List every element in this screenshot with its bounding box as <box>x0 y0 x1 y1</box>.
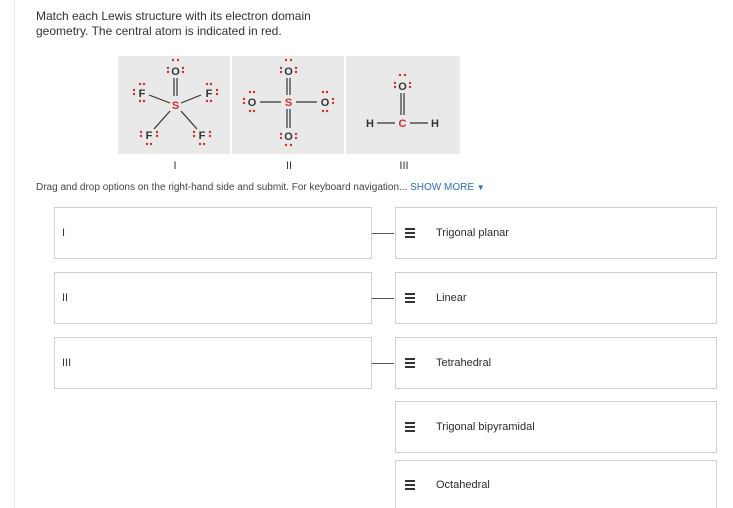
drag-handle-icon[interactable] <box>405 356 415 370</box>
f-atom: F <box>139 88 146 100</box>
structure-ii-panel: O S O O O <box>232 56 344 154</box>
connector-line <box>372 233 394 234</box>
structure-i-label: I <box>173 160 177 172</box>
structure-i-panel: O S F F F F <box>118 56 230 154</box>
o-atom: O <box>284 66 293 78</box>
option-label: Trigonal planar <box>436 227 509 239</box>
target-label-iii: III <box>62 357 72 369</box>
connector-line <box>372 298 394 299</box>
central-s-atom: S <box>285 97 292 109</box>
target-label-ii: II <box>62 292 69 304</box>
left-rule <box>14 0 15 508</box>
question-line-2: geometry. The central atom is indicated … <box>36 24 282 38</box>
o-atom: O <box>248 97 257 109</box>
drag-handle-icon[interactable] <box>405 226 415 240</box>
structure-iii-panel: O C H H <box>346 56 460 154</box>
option-label: Octahedral <box>436 478 490 491</box>
drag-handle-icon[interactable] <box>405 478 415 492</box>
option-label: Trigonal bipyramidal <box>436 421 535 433</box>
option-label: Tetrahedral <box>436 357 492 369</box>
instructions: Drag and drop options on the right-hand … <box>36 182 485 193</box>
option-octahedral[interactable]: Octahedral <box>395 460 717 508</box>
drag-handle-icon[interactable] <box>405 291 415 305</box>
structure-i-diagram: O S F F F F <box>132 58 219 146</box>
structure-iii-diagram: O C H H <box>366 73 439 130</box>
option-label: Linear <box>436 292 467 304</box>
h-atom: H <box>366 118 374 130</box>
drop-target-i[interactable] <box>54 207 372 259</box>
o-atom: O <box>398 81 407 93</box>
option-trigonal-bipyramidal[interactable]: Trigonal bipyramidal <box>395 401 717 453</box>
central-s-atom: S <box>172 100 179 112</box>
f-atom: F <box>206 88 213 100</box>
question-line-1: Match each Lewis structure with its elec… <box>36 9 311 23</box>
structure-iii-label: III <box>399 160 409 172</box>
option-trigonal-planar[interactable]: Trigonal planar <box>395 207 717 259</box>
o-atom: O <box>171 66 180 78</box>
instructions-text: Drag and drop options on the right-hand … <box>36 182 408 193</box>
question-text: Match each Lewis structure with its elec… <box>36 9 336 39</box>
drag-handle-icon[interactable] <box>405 420 415 434</box>
chevron-down-icon: ▼ <box>476 183 485 192</box>
show-more-link[interactable]: SHOW MORE ▼ <box>410 182 485 193</box>
show-more-label: SHOW MORE <box>410 182 475 193</box>
structure-ii-label: II <box>285 160 293 172</box>
connector-line <box>372 363 394 364</box>
f-atom: F <box>199 130 206 142</box>
central-c-atom: C <box>399 118 407 130</box>
f-atom: F <box>146 130 153 142</box>
drop-target-ii[interactable] <box>54 272 372 324</box>
drop-target-iii[interactable] <box>54 337 372 389</box>
option-tetrahedral[interactable]: Tetrahedral <box>395 337 717 389</box>
target-label-i: I <box>62 227 66 239</box>
option-linear[interactable]: Linear <box>395 272 717 324</box>
structure-ii-diagram: O S O O O <box>242 58 335 147</box>
h-atom: H <box>431 118 439 130</box>
o-atom: O <box>321 97 330 109</box>
o-atom: O <box>284 131 293 143</box>
